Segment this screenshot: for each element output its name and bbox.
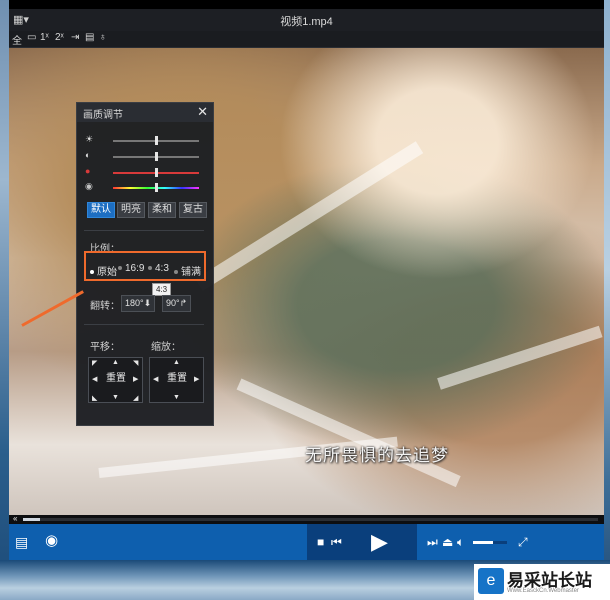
rotate-90-button[interactable]: 90°↱	[162, 295, 192, 312]
rotate-90-label: 90°	[166, 298, 180, 308]
eye-icon[interactable]: ◉	[45, 533, 58, 548]
contrast-thumb[interactable]	[155, 152, 158, 161]
rotate-label: 翻转：	[90, 301, 120, 312]
preset-bright-button[interactable]: 明亮	[117, 202, 145, 218]
pan-right-icon[interactable]: ▶	[133, 375, 138, 383]
volume-fill	[473, 541, 494, 544]
zoom-in-horizontal-icon[interactable]: ▶	[194, 375, 199, 383]
contrast-slider[interactable]: ◐	[85, 150, 205, 162]
title-bar: ▦▾ 视频1.mp4	[9, 9, 604, 31]
volume-slider[interactable]	[473, 541, 507, 544]
pan-left-icon[interactable]: ◀	[92, 375, 97, 383]
zoom-reset-button[interactable]: 重置	[164, 372, 190, 386]
video-texture	[437, 325, 603, 390]
watermark-url: Www.EasckCn.Webmaster	[507, 588, 579, 594]
playlist-toggle-icon[interactable]: ▤	[85, 32, 94, 43]
pan-down-right-icon[interactable]: ◢	[133, 394, 138, 402]
preset-soft-button[interactable]: 柔和	[148, 202, 176, 218]
brightness-slider[interactable]: ☀	[85, 134, 205, 146]
divider	[84, 324, 204, 325]
pan-down-left-icon[interactable]: ◣	[92, 394, 97, 402]
video-texture	[236, 378, 461, 488]
ratio-16-9-option[interactable]: 16:9	[118, 263, 144, 274]
ratio-16-9-label: 16:9	[125, 263, 145, 274]
zoom-pad: ▲ ▼ ◀ ▶ 重置	[149, 357, 204, 403]
ratio-fill-option[interactable]: 铺满	[174, 263, 201, 278]
hue-icon: ◉	[85, 181, 93, 191]
sun-icon: ☀	[85, 134, 94, 144]
video-subtitle: 无所畏惧的去追梦	[305, 446, 449, 465]
zoom-label: 缩放：	[151, 342, 181, 353]
zoom-in-vertical-icon[interactable]: ▲	[173, 359, 180, 366]
radio-dot-icon	[90, 270, 94, 275]
play-icon[interactable]: ▶	[371, 531, 388, 553]
zoom-out-horizontal-icon[interactable]: ◀	[153, 375, 158, 383]
ratio-fill-label: 铺满	[181, 267, 201, 278]
settings-icon[interactable]: ♁	[99, 32, 107, 43]
rotate-right-icon: ↱	[179, 298, 188, 308]
mini-mode-icon[interactable]: ▭	[27, 32, 36, 43]
pan-down-icon[interactable]: ▼	[112, 394, 119, 401]
preset-retro-button[interactable]: 复古	[179, 202, 207, 218]
saturation-slider[interactable]: ●	[85, 166, 205, 178]
pan-up-left-icon[interactable]: ◤	[92, 359, 97, 367]
ratio-4-3-option[interactable]: 4:3	[148, 263, 169, 274]
pan-pad: ▲ ▼ ◀ ▶ ◤ ◥ ◣ ◢ 重置	[88, 357, 143, 403]
progress-bar[interactable]: «	[9, 514, 604, 524]
progress-fill	[23, 518, 41, 521]
pan-up-icon[interactable]: ▲	[112, 359, 119, 366]
volume-icon[interactable]: 🔈︎	[457, 535, 464, 549]
saturation-track[interactable]	[113, 168, 199, 177]
zoom-out-vertical-icon[interactable]: ▼	[173, 394, 180, 401]
desktop-background-left	[0, 0, 9, 600]
panel-title: 画质调节	[83, 110, 123, 121]
pan-label: 平移：	[90, 342, 120, 353]
close-icon[interactable]: ✕	[197, 104, 208, 120]
fullscreen-toggle-button[interactable]: 全	[12, 32, 22, 47]
video-texture	[195, 141, 424, 291]
ratio-original-option[interactable]: 原始	[90, 263, 117, 278]
toolbar: 全 ▭ 1ˣ 2ˣ ⇥ ▤ ♁	[9, 31, 604, 48]
radio-dot-icon	[174, 270, 178, 275]
contrast-icon: ◐	[85, 150, 91, 160]
speed-1x-button[interactable]: 1ˣ	[40, 32, 49, 43]
screenshot-icon[interactable]: ⇥	[71, 32, 79, 43]
playlist-icon[interactable]: ▤	[15, 535, 28, 549]
next-icon[interactable]: ⏭	[427, 535, 438, 549]
stop-icon[interactable]: ■	[317, 535, 324, 549]
contrast-track[interactable]	[113, 152, 199, 161]
brightness-track[interactable]	[113, 136, 199, 145]
preset-default-button[interactable]: 默认	[87, 202, 115, 218]
desktop-background-right	[604, 0, 610, 600]
panel-header: 画质调节 ✕	[77, 103, 213, 122]
divider	[84, 230, 204, 231]
hue-slider[interactable]: ◉	[85, 181, 205, 193]
radio-dot-icon	[118, 266, 122, 271]
brightness-thumb[interactable]	[155, 136, 158, 145]
ratio-4-3-label: 4:3	[155, 263, 169, 274]
rotate-180-label: 180°	[125, 298, 144, 308]
saturation-thumb[interactable]	[155, 168, 158, 177]
radio-dot-icon	[148, 266, 152, 271]
control-bar: ▤ ◉ ■ ⏮ ▶ ⏭ ⏏ 🔈︎ ⤢	[9, 524, 604, 560]
playback-controls: ■ ⏮ ▶	[307, 524, 417, 560]
rotate-180-button[interactable]: 180°⬇	[121, 295, 156, 312]
hue-thumb[interactable]	[155, 183, 158, 192]
hue-track[interactable]	[113, 183, 199, 192]
flip-down-icon: ⬇	[143, 298, 152, 308]
ratio-original-label: 原始	[97, 267, 117, 278]
saturation-icon: ●	[85, 166, 91, 176]
site-logo-icon: e	[478, 568, 504, 594]
eject-icon[interactable]: ⏏	[442, 535, 453, 549]
fullscreen-icon[interactable]: ⤢	[518, 535, 528, 549]
speed-2x-button[interactable]: 2ˣ	[55, 32, 64, 43]
window-title: 视频1.mp4	[280, 16, 333, 28]
site-watermark: e 易采站长站 Www.EasckCn.Webmaster	[474, 564, 610, 600]
progress-track[interactable]	[23, 518, 598, 521]
pan-up-right-icon[interactable]: ◥	[133, 359, 138, 367]
pan-reset-button[interactable]: 重置	[103, 372, 129, 386]
previous-icon[interactable]: ⏮	[331, 535, 342, 549]
